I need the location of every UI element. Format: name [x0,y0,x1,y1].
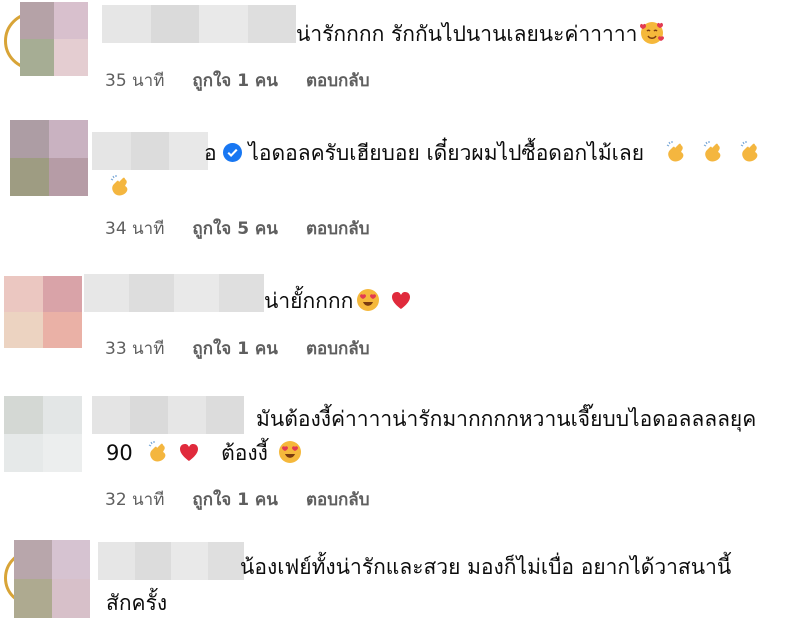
commenter-name-blurred[interactable] [98,542,244,580]
reply-button[interactable]: ตอบกลับ [306,486,370,513]
comment: น่ารักกกก รักกันไปนานเลยนะค่าาาาา 35 นาท… [0,0,800,100]
like-count-link[interactable]: ถูกใจ 5 คน [192,215,278,242]
comment: อ ไอดอลครับเฮียบอย เดี๋ยวผมไปซื้อดอกไม้เ… [0,110,800,250]
clapping-hands-icon [666,141,684,162]
verified-badge-icon [223,143,243,162]
comment-time: 35 นาที [105,71,165,91]
clapping-hands-icon [703,141,721,162]
comment-text: มันต้องงี้ค่าาาาน่ารักมากกกกหวานเจี๊ยบบไ… [256,407,757,431]
reply-button[interactable]: ตอบกลับ [306,215,370,242]
comment-meta: 35 นาที ถูกใจ 1 คน ตอบกลับ [105,67,369,94]
avatar[interactable] [4,276,82,348]
comment-meta: 34 นาที ถูกใจ 5 คน ตอบกลับ [105,215,369,242]
clapping-hands-icon [740,141,758,162]
clapping-hands-icon [149,441,166,462]
comment-text-line2: 90 ต้องงี้ [106,438,305,468]
smiling-face-with-heart-eyes-icon [357,289,380,311]
comment-time: 32 นาที [105,490,165,510]
commenter-name-blurred[interactable] [92,396,244,434]
reply-button[interactable]: ตอบกลับ [306,67,370,94]
smiling-face-with-heart-eyes-icon [278,441,301,463]
like-count-link[interactable]: ถูกใจ 1 คน [192,335,278,362]
red-heart-icon [392,292,411,309]
like-count-link[interactable]: ถูกใจ 1 คน [192,486,278,513]
smiling-face-with-hearts-icon [640,22,665,44]
comment-time: 33 นาที [105,339,165,359]
like-count-link[interactable]: ถูกใจ 1 คน [192,67,278,94]
reply-button[interactable]: ตอบกลับ [306,335,370,362]
comment-text-line2 [106,172,136,202]
commenter-name-blurred[interactable] [92,132,208,170]
comment-text: น่ารักกกก รักกันไปนานเลยนะค่าาาาา [296,19,667,49]
comment-text: น่ายั้กกกก [264,286,416,316]
comment-text-line2: สักครั้ง [106,591,168,615]
comment: มันต้องงี้ค่าาาาน่ารักมากกกกหวานเจี๊ยบบไ… [0,390,800,520]
red-heart-icon [180,444,199,461]
commenter-name-blurred[interactable] [102,5,296,43]
comment: น้องเฟย์ทั้งน่ารักและสวย มองก็ไม่เบื่อ อ… [0,530,800,623]
comment-text: อ ไอดอลครับเฮียบอย เดี๋ยวผมไปซื้อดอกไม้เ… [204,138,766,168]
comment-meta: 32 นาที ถูกใจ 1 คน ตอบกลับ [105,486,369,513]
comment-time: 34 นาที [105,219,165,239]
avatar[interactable] [20,2,88,76]
commenter-name-blurred[interactable] [84,274,264,312]
avatar[interactable] [4,396,82,472]
comment-meta: 33 นาที ถูกใจ 1 คน ตอบกลับ [105,335,369,362]
avatar[interactable] [14,540,90,618]
clapping-hands-icon [110,175,128,196]
avatar[interactable] [10,120,88,196]
comment-text: น้องเฟย์ทั้งน่ารักและสวย มองก็ไม่เบื่อ อ… [240,555,732,579]
comment: น่ายั้กกกก 33 นาที ถูกใจ 1 คน ตอบกลับ [0,270,800,370]
